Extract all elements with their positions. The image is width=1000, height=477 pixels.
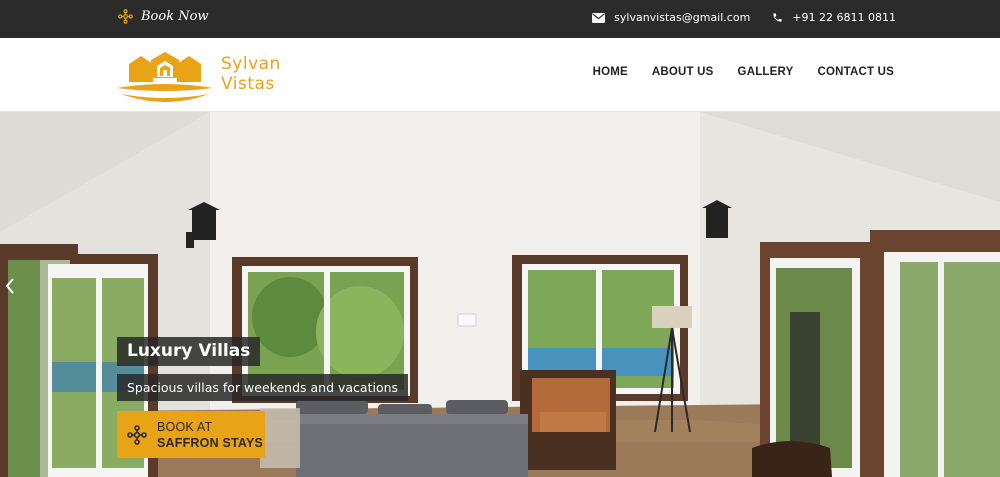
slider-prev-button[interactable] (3, 275, 17, 297)
envelope-icon (592, 12, 606, 23)
chevron-left-icon (5, 278, 14, 294)
email-address: sylvanvistas@gmail.com (614, 11, 751, 24)
saffron-flower-icon (127, 424, 147, 445)
cta-line-1: BOOK AT (157, 419, 213, 434)
book-now-link[interactable]: Book Now (118, 9, 209, 24)
logo-line-2: Vistas (221, 74, 275, 94)
phone-number: +91 22 6811 0811 (792, 11, 896, 24)
site-logo[interactable]: Sylvan Vistas (115, 50, 305, 102)
email-contact[interactable]: sylvanvistas@gmail.com (592, 11, 750, 24)
book-saffron-stays-button[interactable]: BOOK AT SAFFRON STAYS (117, 411, 265, 458)
hero-title: Luxury Villas (117, 337, 261, 366)
phone-icon (773, 13, 782, 22)
phone-contact[interactable]: +91 22 6811 0811 (772, 11, 896, 24)
logo-wordmark: Sylvan Vistas (221, 54, 281, 94)
villa-logo-icon (117, 52, 213, 102)
main-nav: HOME ABOUT US GALLERY CONTACT US (593, 66, 894, 78)
site-header: Sylvan Vistas HOME ABOUT US GALLERY CONT… (0, 38, 1000, 112)
top-bar: Book Now sylvanvistas@gmail.com +91 22 6… (0, 0, 1000, 38)
contact-info: sylvanvistas@gmail.com +91 22 6811 0811 (592, 11, 896, 24)
cta-text: BOOK AT SAFFRON STAYS (157, 419, 263, 451)
cta-line-2: SAFFRON STAYS (157, 435, 264, 450)
nav-about-us[interactable]: ABOUT US (652, 66, 714, 78)
saffron-flower-icon (118, 9, 133, 24)
nav-gallery[interactable]: GALLERY (738, 66, 794, 78)
nav-home[interactable]: HOME (593, 66, 628, 78)
hero-subtitle: Spacious villas for weekends and vacatio… (117, 374, 409, 401)
book-now-label: Book Now (141, 9, 209, 24)
logo-line-1: Sylvan (221, 54, 281, 74)
nav-contact-us[interactable]: CONTACT US (817, 66, 894, 78)
